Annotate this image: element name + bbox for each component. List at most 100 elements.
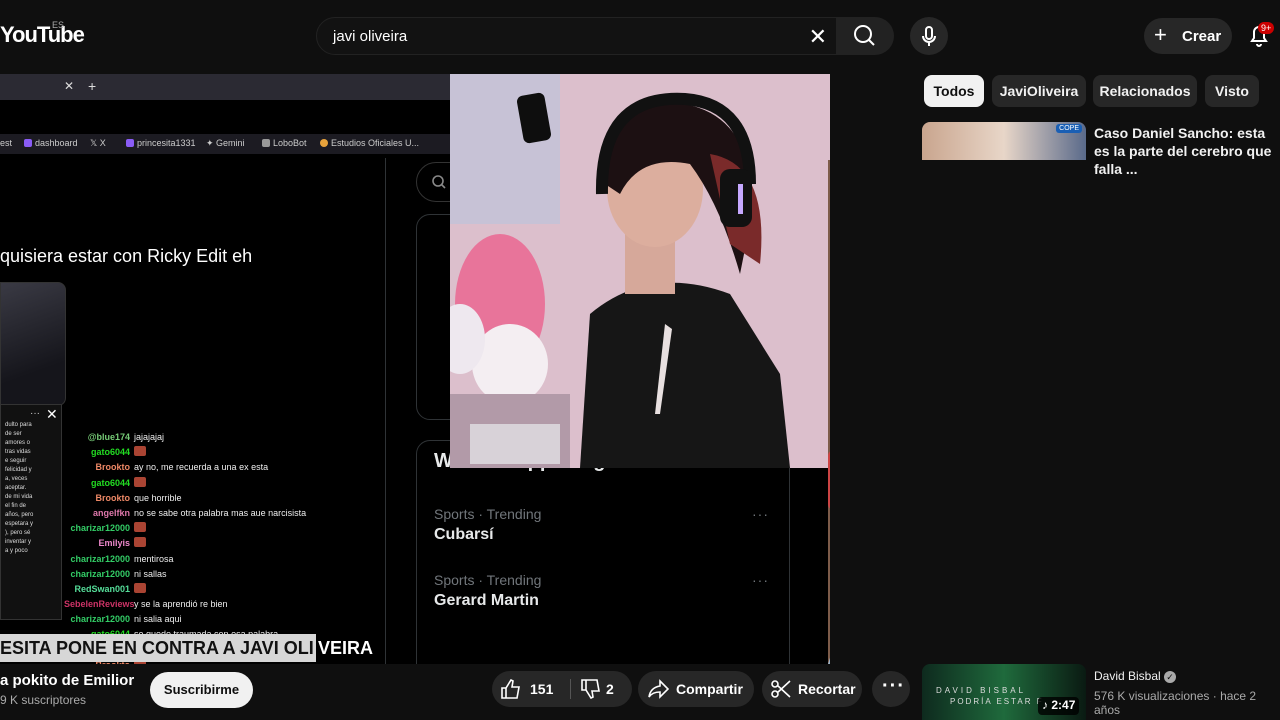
chat-text: ni sallas: [134, 568, 167, 579]
chat-text: mentirosa: [134, 553, 174, 564]
chat-message: Emilyis: [64, 536, 364, 551]
emote-icon: [134, 446, 146, 457]
subscribe-button[interactable]: Suscribirme: [150, 672, 253, 708]
chip-relacionados[interactable]: Relacionados: [1093, 75, 1197, 107]
popup-line: ), pero sé: [5, 530, 31, 536]
channel-badge: COPE: [1056, 124, 1082, 133]
search-input[interactable]: javi oliveira ✕: [316, 17, 838, 55]
x-logo-icon: 𝕏: [90, 138, 100, 148]
bookmark-item: est: [0, 138, 13, 148]
logo-text: YouTube: [0, 22, 85, 47]
popup-line: inventar y: [5, 539, 32, 545]
share-label: Compartir: [676, 681, 743, 697]
bookmark-label: princesita1331: [137, 138, 196, 148]
trend-name: Cubarsí: [434, 526, 494, 543]
chip-javioliveira[interactable]: JaviOliveira: [992, 75, 1086, 107]
chat-message: Brookto que horrible: [64, 491, 364, 506]
emote-icon: [134, 476, 146, 487]
popup-line: espetara y: [5, 521, 34, 527]
chat-username: RedSwan001: [74, 583, 130, 594]
recommended-thumbnail[interactable]: COPE: [922, 122, 1086, 160]
clip-label: Recortar: [798, 681, 856, 697]
clip-button[interactable]: Recortar: [762, 671, 862, 707]
stream-headline: quisiera estar con Ricky Edit eh: [0, 246, 253, 266]
recommended-title[interactable]: Caso Daniel Sancho: esta es la parte del…: [1094, 124, 1280, 178]
microphone-icon: [922, 26, 936, 46]
bookmark-label: X: [99, 138, 106, 148]
popup-line: tras vidas: [5, 449, 31, 455]
bookmark-item: ✦ Gemini: [206, 138, 245, 149]
emote-icon: [134, 582, 146, 593]
bookmark-item: LoboBot: [262, 138, 307, 148]
bookmark-label: dashboard: [35, 138, 78, 148]
search-button[interactable]: [836, 17, 894, 55]
bookmark-item: dashboard: [24, 138, 78, 148]
popup-line: el fin de: [5, 503, 27, 509]
stream-chat: @blue174 jajajajaj gato6044 Brookto ay no, m…: [64, 430, 364, 664]
bookmark-label: Estudios Oficiales U...: [331, 138, 420, 148]
more-icon: ···: [752, 572, 769, 588]
tab-close-icon: ✕: [64, 79, 75, 93]
thumbnail-text: DAVID BISBAL: [936, 686, 1027, 695]
popup-line: a, veces: [5, 476, 28, 482]
chat-username: charizar12000: [70, 614, 130, 625]
chat-message: angelfkn no se sabe otra palabra mas aue …: [64, 506, 364, 521]
chat-message: charizar12000 ni salia aqui: [64, 612, 364, 627]
thumbs-up-icon: [501, 679, 520, 699]
trend-meta: Sports · Trending: [434, 506, 542, 522]
popup-line: años, pero: [5, 512, 34, 518]
country-code: ES: [52, 20, 65, 30]
bookmark-item: princesita1331: [126, 138, 196, 148]
like-button[interactable]: 151: [492, 671, 570, 707]
create-button[interactable]: + Crear: [1144, 18, 1232, 54]
more-actions-button[interactable]: ···: [872, 671, 910, 707]
chat-username: angelfkn: [92, 507, 130, 518]
more-icon: ···: [882, 675, 905, 697]
close-icon: ✕: [46, 406, 58, 422]
thumbnail-text: PODRÍA ESTAR F: [950, 697, 1044, 706]
chat-username: gato6044: [90, 447, 130, 458]
verified-icon: ✓: [1164, 671, 1177, 683]
chat-username: Emilyis: [98, 538, 130, 549]
recommended-channel[interactable]: David Bisbal ✓: [1094, 669, 1177, 683]
subscriber-count: 9 K suscriptores: [0, 693, 87, 707]
webcam-illustration: [828, 160, 830, 664]
more-icon: ···: [752, 506, 769, 522]
video-player[interactable]: ✕ + est dashboard 𝕏 X princesita1331 ✦ G…: [0, 74, 830, 664]
chat-username: gato6044: [90, 477, 130, 488]
stream-ticker: ESITA PONE EN CONTRA A JAVI OLI: [0, 638, 314, 658]
youtube-logo[interactable]: YouTube: [0, 22, 85, 48]
chip-todos[interactable]: Todos: [924, 75, 984, 107]
popup-line: dulto para: [5, 422, 32, 428]
chat-message: RedSwan001: [64, 582, 364, 597]
scissors-icon: [771, 680, 791, 698]
chat-message: gato6044: [64, 476, 364, 491]
dislike-count: 2: [606, 681, 614, 697]
channel-name-label: David Bisbal: [1094, 669, 1161, 683]
popup-line: de mi vida: [5, 494, 33, 500]
clear-search-icon[interactable]: ✕: [809, 24, 827, 50]
dislike-button[interactable]: 2: [572, 671, 632, 707]
chat-username: charizar12000: [70, 553, 130, 564]
chip-visto[interactable]: Visto: [1205, 75, 1259, 107]
voice-search-button[interactable]: [910, 17, 948, 55]
trend-meta: Sports · Trending: [434, 572, 542, 588]
webcam-illustration: [450, 74, 830, 468]
chat-message: charizar12000: [64, 521, 364, 536]
chat-username: charizar12000: [70, 568, 130, 579]
chat-username: @blue174: [87, 432, 130, 442]
webcam-guest: [828, 160, 830, 664]
popup-line: e seguir: [5, 458, 27, 464]
stream-thumbnail: [0, 282, 66, 406]
channel-name[interactable]: a pokito de Emilior: [0, 672, 134, 689]
share-button[interactable]: Compartir: [638, 671, 754, 707]
music-note-icon: ♪: [1042, 698, 1052, 712]
share-icon: [648, 679, 670, 699]
chat-text: y se la aprendió re bien: [134, 599, 228, 610]
search-value: javi oliveira: [333, 28, 408, 45]
popup-text: dulto para de ser amores o tras vidas e segu…: [5, 421, 33, 556]
create-label: Crear: [1182, 28, 1222, 45]
chat-text: jajajajaj: [134, 432, 165, 442]
more-icon: ···: [30, 408, 40, 419]
webcam-streamer: [450, 74, 830, 468]
